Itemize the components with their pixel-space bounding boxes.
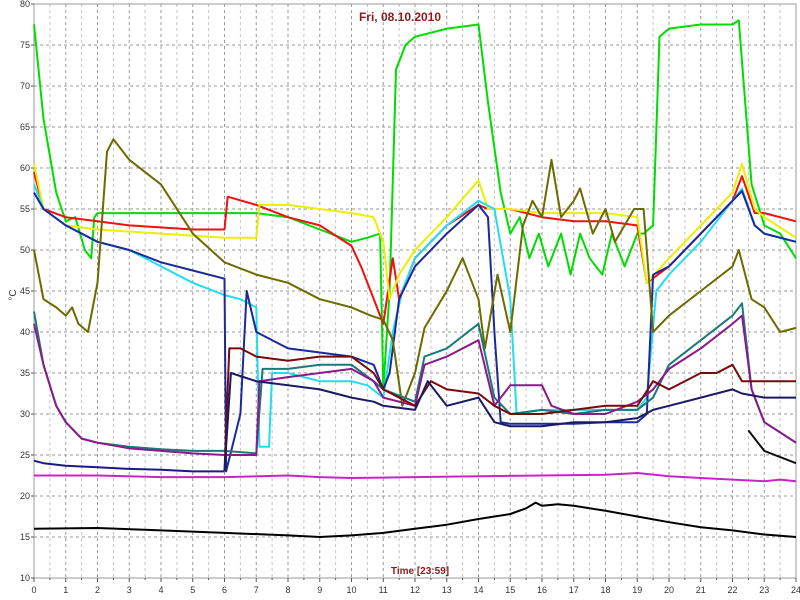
y-tick-label: 25 bbox=[20, 450, 30, 460]
x-tick-label: 7 bbox=[254, 585, 259, 595]
y-tick-label: 15 bbox=[20, 532, 30, 542]
y-tick-label: 55 bbox=[20, 204, 30, 214]
x-tick-label: 2 bbox=[95, 585, 100, 595]
x-tick-label: 10 bbox=[346, 585, 356, 595]
x-tick-label: 12 bbox=[410, 585, 420, 595]
y-tick-label: 30 bbox=[20, 409, 30, 419]
x-tick-label: 23 bbox=[759, 585, 769, 595]
y-tick-label: 75 bbox=[20, 40, 30, 50]
y-tick-label: 80 bbox=[20, 0, 30, 9]
y-tick-label: 70 bbox=[20, 81, 30, 91]
y-tick-label: 45 bbox=[20, 286, 30, 296]
axes: 0 1 2 3 4 5 6 7 8 9 10 11 12 13 14 15 16 17 18 19 20 21 22 23 24… bbox=[20, 0, 800, 595]
grid bbox=[34, 4, 796, 578]
series-line-14 bbox=[33, 501, 797, 538]
series-lines bbox=[33, 19, 797, 538]
x-tick-label: 18 bbox=[600, 585, 610, 595]
x-tick-label: 16 bbox=[537, 585, 547, 595]
x-tick-label: 5 bbox=[190, 585, 195, 595]
y-tick-label: 35 bbox=[20, 368, 30, 378]
y-tick-label: 20 bbox=[20, 491, 30, 501]
x-axis-label: Time [23:59] bbox=[391, 566, 449, 577]
x-tick-label: 6 bbox=[222, 585, 227, 595]
x-tick-label: 0 bbox=[31, 585, 36, 595]
x-tick-label: 15 bbox=[505, 585, 515, 595]
x-tick-label: 4 bbox=[158, 585, 163, 595]
x-tick-label: 20 bbox=[664, 585, 674, 595]
temperature-chart: 0 1 2 3 4 5 6 7 8 9 10 11 12 13 14 15 16 17 18 19 20 21 22 23 24… bbox=[8, 0, 800, 595]
x-tick-label: 9 bbox=[317, 585, 322, 595]
x-tick-label: 14 bbox=[473, 585, 483, 595]
series-line-2 bbox=[33, 171, 797, 325]
series-line-12 bbox=[747, 429, 797, 465]
x-tick-label: 13 bbox=[442, 585, 452, 595]
x-tick-label: 22 bbox=[727, 585, 737, 595]
x-tick-label: 21 bbox=[696, 585, 706, 595]
y-tick-label: 50 bbox=[20, 245, 30, 255]
y-axis-label: °C bbox=[8, 289, 19, 300]
y-tick-label: 10 bbox=[20, 573, 30, 583]
x-tick-label: 3 bbox=[127, 585, 132, 595]
y-tick-label: 60 bbox=[20, 163, 30, 173]
x-tick-label: 11 bbox=[379, 585, 388, 595]
y-tick-label: 65 bbox=[20, 122, 30, 132]
x-tick-label: 1 bbox=[63, 585, 68, 595]
y-tick-label: 40 bbox=[20, 327, 30, 337]
chart-root: 0 1 2 3 4 5 6 7 8 9 10 11 12 13 14 15 16 17 18 19 20 21 22 23 24… bbox=[0, 0, 800, 600]
x-tick-label: 8 bbox=[285, 585, 290, 595]
x-tick-label: 19 bbox=[632, 585, 642, 595]
x-tick-label: 17 bbox=[569, 585, 579, 595]
x-tick-label: 24 bbox=[791, 585, 800, 595]
chart-title: Fri, 08.10.2010 bbox=[359, 10, 441, 24]
